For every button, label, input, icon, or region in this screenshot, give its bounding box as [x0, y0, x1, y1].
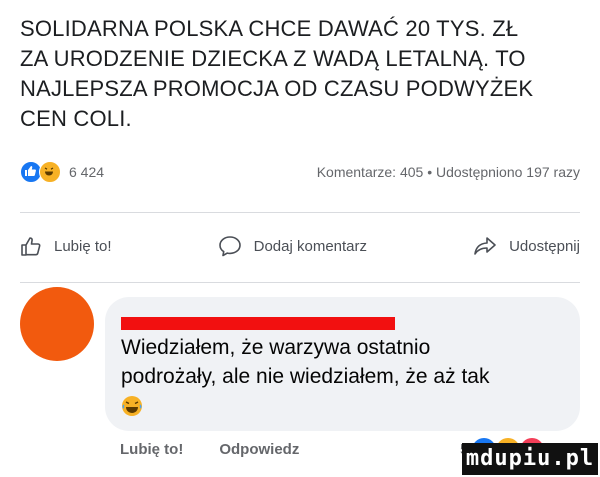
comment-button-label: Dodaj komentarz [253, 237, 368, 255]
divider [20, 212, 580, 213]
post-text: SOLIDARNA POLSKA CHCE DAWAĆ 20 TYS. ZŁ Z… [20, 14, 590, 134]
post-actions: Lubię to! Dodaj komentarz Udostępnij [20, 226, 580, 266]
reaction-summary[interactable] [20, 161, 61, 183]
share-button-label: Udostępnij [509, 237, 580, 255]
comment-bubble: Wiedziałem, że warzywa ostatnio podrożał… [105, 297, 580, 431]
haha-icon [39, 161, 61, 183]
post-text-line: NAJLEPSZA PROMOCJA OD CZASU PODWYŻEK [20, 76, 534, 101]
post-text-line: SOLIDARNA POLSKA CHCE DAWAĆ 20 TYS. ZŁ [20, 16, 519, 41]
comment-like-button[interactable]: Lubię to! [120, 441, 183, 458]
watermark-logo: mdupiu.pl [462, 443, 598, 475]
post-text-line: ZA URODZENIE DZIECKA Z WADĄ LETALNĄ. TO [20, 46, 526, 71]
comment-text-line: Wiedziałem, że warzywa ostatnio [121, 336, 431, 359]
share-button[interactable]: Udostępnij [473, 235, 580, 257]
like-button-label: Lubię to! [54, 237, 112, 255]
comment-bubble-icon [218, 236, 241, 257]
like-button[interactable]: Lubię to! [20, 235, 112, 257]
comment-button[interactable]: Dodaj komentarz [218, 235, 367, 257]
comment-actions: Lubię to! Odpowiedz [120, 441, 299, 458]
post-text-line: CEN COLI. [20, 106, 132, 131]
redacted-author-name [121, 317, 395, 330]
laughing-emoji-icon [122, 396, 142, 417]
comment-text: Wiedziałem, że warzywa ostatnio podrożał… [121, 333, 571, 420]
comment-text-line: podrożały, ale nie wiedziałem, że aż tak [121, 365, 490, 388]
reaction-count[interactable]: 6 424 [69, 164, 104, 180]
comments-shares-count[interactable]: Komentarze: 405 • Udostępniono 197 razy [317, 164, 580, 180]
share-arrow-icon [474, 237, 496, 255]
post-stats: 6 424 Komentarze: 405 • Udostępniono 197… [20, 160, 580, 184]
divider [20, 282, 580, 283]
comment-reply-button[interactable]: Odpowiedz [219, 441, 299, 458]
avatar[interactable] [20, 287, 94, 361]
thumbs-up-icon [21, 237, 41, 256]
